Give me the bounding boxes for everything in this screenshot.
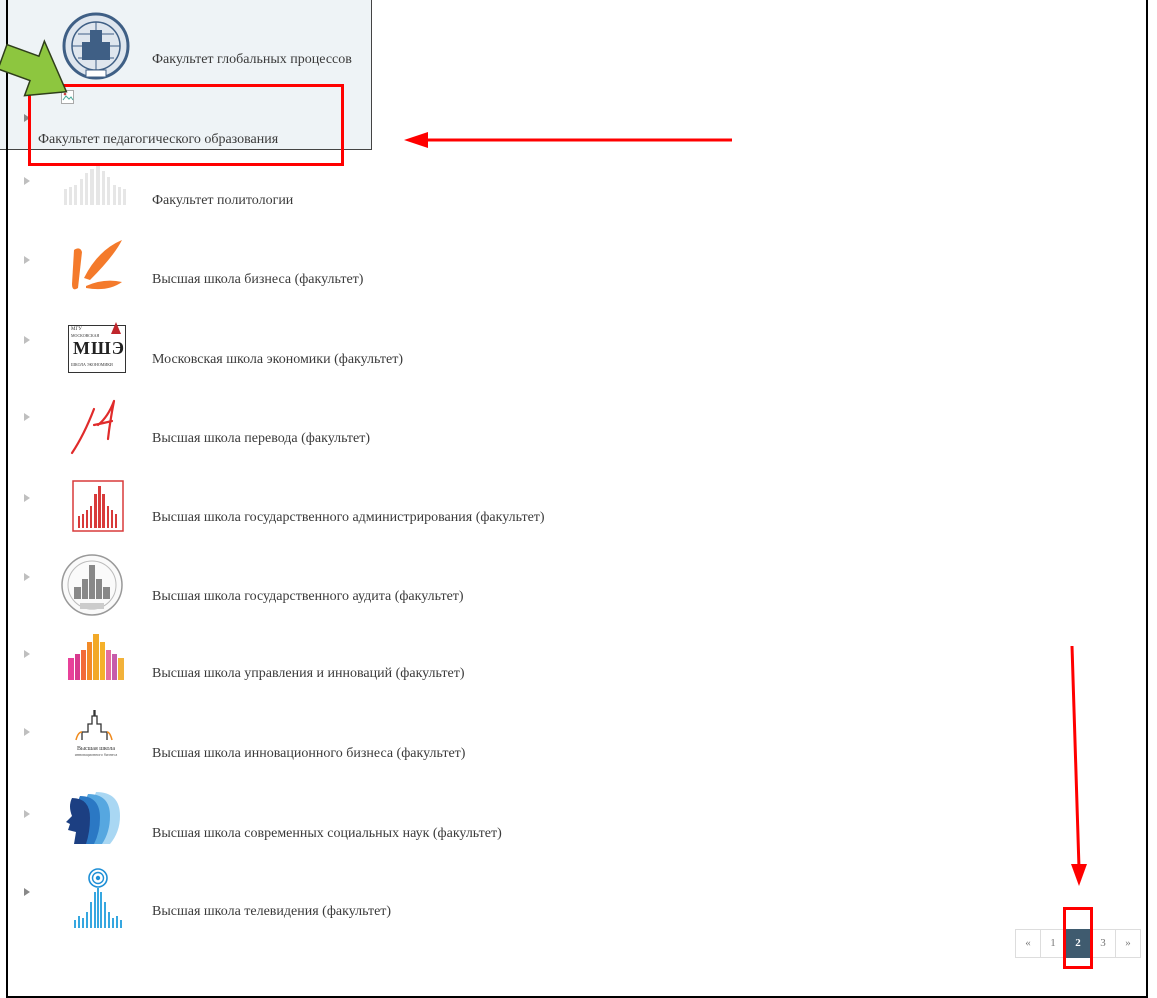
red-framed-building-icon [72,480,124,532]
list-item[interactable]: Высшая школа инновационного бизнеса Высш… [0,710,900,790]
list-item[interactable]: Высшая школа перевода (факультет) [0,395,900,475]
green-arrow-icon [0,39,68,97]
expand-arrow-icon[interactable] [24,573,30,581]
pagination-next-button[interactable]: » [1115,929,1141,958]
list-item[interactable]: МГУ МОСКОВСКАЯ МШЭ ШКОЛА ЭКОНОМИКИ Моско… [0,320,900,400]
blue-profiles-icon [66,792,120,844]
faculty-label[interactable]: Высшая школа государственного аудита (фа… [152,589,464,605]
mse-logo-text: ШКОЛА ЭКОНОМИКИ [71,362,113,367]
orange-swoosh-icon [72,240,122,290]
tower-outline-icon [75,710,113,741]
faculty-label[interactable]: Факультет глобальных процессов [152,52,352,68]
colorful-skyline-icon [68,634,124,680]
faculty-label[interactable]: Высшая школа государственного администри… [152,510,545,526]
university-skyline-icon [64,165,126,205]
list-item[interactable]: Высшая школа государственного аудита (фа… [0,553,900,633]
faculty-label[interactable]: Высшая школа телевидения (факультет) [152,904,391,920]
expand-arrow-icon[interactable] [24,650,30,658]
list-item[interactable]: Высшая школа телевидения (факультет) [0,868,900,948]
faculty-label[interactable]: Высшая школа бизнеса (факультет) [152,272,363,288]
faculty-label[interactable]: Факультет политологии [152,193,293,209]
tv-antenna-signal-icon [74,868,122,928]
mse-logo-icon: МГУ МОСКОВСКАЯ МШЭ ШКОЛА ЭКОНОМИКИ [68,322,126,373]
faculty-label[interactable]: Высшая школа перевода (факультет) [152,431,370,447]
pagination-page-3[interactable]: 3 [1090,929,1116,958]
list-item[interactable]: Высшая школа современных социальных наук… [0,788,900,868]
pagination-prev-button[interactable]: « [1015,929,1041,958]
expand-arrow-icon[interactable] [24,494,30,502]
tower-logo-caption: Высшая школа инновационного бизнеса [56,746,136,758]
mse-logo-text: МШЭ [73,338,125,358]
red-arrow-down-icon [1070,645,1087,886]
expand-arrow-icon[interactable] [24,728,30,736]
faculty-label[interactable]: Высшая школа управления и инноваций (фак… [152,666,465,682]
grey-seal-building-icon [61,554,123,616]
list-item[interactable]: Высшая школа управления и инноваций (фак… [0,632,900,712]
list-item[interactable]: Факультет политологии [0,165,900,245]
expand-arrow-icon[interactable] [24,810,30,818]
red-script-letter-icon [70,399,116,455]
tower-logo-text: инновационного бизнеса [74,752,118,757]
red-arrow-left-icon [404,132,732,148]
faculty-label[interactable]: Высшая школа инновационного бизнеса (фак… [152,746,465,762]
list-item[interactable]: Высшая школа государственного администри… [0,478,900,558]
list-item[interactable]: Факультет глобальных процессов [0,10,900,90]
faculty-label[interactable]: Высшая школа современных социальных наук… [152,826,502,842]
list-item[interactable]: Высшая школа бизнеса (факультет) [0,238,900,318]
expand-arrow-icon[interactable] [24,888,30,896]
expand-arrow-icon[interactable] [24,177,30,185]
faculty-label[interactable]: Московская школа экономики (факультет) [152,352,403,368]
mse-logo-text: МГУ [71,327,82,332]
expand-arrow-icon[interactable] [24,336,30,344]
expand-arrow-icon[interactable] [24,413,30,421]
highlight-box [1063,907,1093,969]
expand-arrow-icon[interactable] [24,256,30,264]
